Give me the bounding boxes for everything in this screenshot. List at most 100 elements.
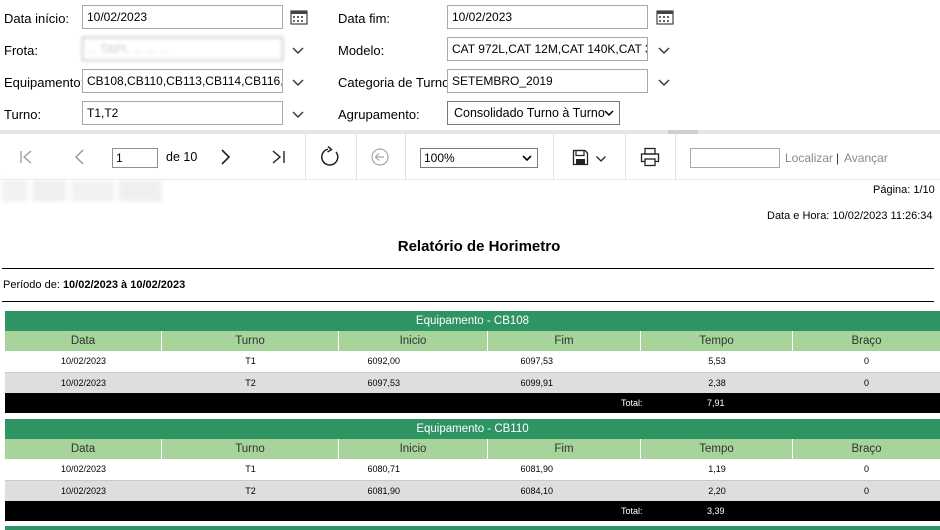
- period-info: Período de: 10/02/2023 à 10/02/2023: [3, 279, 185, 291]
- modelo-label: Modelo:: [338, 43, 385, 58]
- save-icon[interactable]: [572, 149, 589, 166]
- modelo-input[interactable]: CAT 972L,CAT 12M,CAT 140K,CAT 33: [447, 37, 648, 61]
- total-row: Total: 3,39: [5, 501, 940, 521]
- total-label: Total:: [621, 398, 643, 408]
- company-logo: [2, 180, 162, 202]
- column-header: Braço: [851, 443, 882, 455]
- toolbar-separator: [625, 134, 626, 180]
- table-cell: 0: [863, 486, 869, 496]
- parameter-panel: Data início: 10/02/2023 Data fim: 10/02/…: [0, 0, 940, 130]
- calendar-icon[interactable]: [656, 9, 674, 25]
- table-cell: 10/02/2023: [60, 378, 107, 388]
- find-input[interactable]: [690, 148, 780, 168]
- refresh-icon[interactable]: [319, 146, 341, 168]
- table-cell: 2,38: [708, 378, 726, 388]
- chevron-down-icon[interactable]: [291, 108, 305, 122]
- table-cell: 1,19: [708, 464, 726, 474]
- chevron-down-icon[interactable]: [595, 154, 607, 164]
- divider: [2, 268, 934, 269]
- agrupamento-value: Consolidado Turno à Turno: [454, 106, 605, 120]
- report-toolbar: 1 de 10 100% Localizar | Avançar: [0, 134, 940, 180]
- data-fim-label: Data fim:: [338, 11, 391, 26]
- table-cell: 0: [863, 378, 869, 388]
- total-row: Total: 7,91: [5, 393, 940, 413]
- data-inicio-label: Data início:: [4, 11, 70, 26]
- data-fim-input[interactable]: 10/02/2023: [447, 5, 648, 29]
- table-cell: 0: [863, 464, 869, 474]
- table-row: 10/02/2023 T2 6097,53 6099,91 2,38 0: [5, 372, 940, 393]
- datetime-info: Data e Hora: 10/02/2023 11:26:34: [767, 210, 933, 222]
- equipamento-label: Equipamento:: [4, 75, 85, 90]
- turno-input[interactable]: T1,T2: [82, 101, 283, 125]
- table-cell: 5,53: [708, 356, 726, 366]
- table-cell: 10/02/2023: [60, 464, 107, 474]
- group-header: Equipamento - CB108: [5, 311, 940, 331]
- table-row: 10/02/2023 T2 6081,90 6084,10 2,20 0: [5, 480, 940, 501]
- column-header: Inicio: [339, 331, 488, 351]
- table-cell: 2,20: [708, 486, 726, 496]
- equipamento-input[interactable]: CB108,CB110,CB113,CB114,CB116,CE: [82, 69, 283, 93]
- categoria-turno-label: Categoria de Turno:: [338, 75, 453, 90]
- table-cell: T1: [245, 356, 256, 366]
- equipment-group: Equipamento - CB108 Data Turno Inicio Fi…: [5, 311, 940, 413]
- column-header: Fim: [488, 331, 641, 351]
- chevron-down-icon[interactable]: [657, 76, 671, 90]
- total-label: Total:: [621, 506, 643, 516]
- frota-input[interactable]: ... TAPI. ... ... ...: [82, 37, 283, 61]
- data-inicio-input[interactable]: 10/02/2023: [82, 5, 283, 29]
- categoria-turno-input[interactable]: SETEMBRO_2019: [447, 69, 648, 93]
- toolbar-separator: [405, 134, 406, 180]
- prev-page-icon[interactable]: [72, 148, 88, 166]
- agrupamento-label: Agrupamento:: [338, 107, 420, 122]
- find-next-link[interactable]: Avançar: [844, 151, 888, 165]
- next-group-header-edge: [5, 526, 940, 530]
- find-separator: |: [836, 151, 840, 165]
- turno-label: Turno:: [4, 107, 42, 122]
- period-label: Período de:: [3, 279, 63, 291]
- chevron-down-icon[interactable]: [291, 76, 305, 90]
- chevron-down-icon: [522, 155, 532, 162]
- table-cell: 0: [863, 356, 869, 366]
- table-cell: 6099,91: [520, 378, 553, 388]
- next-page-icon[interactable]: [217, 148, 233, 166]
- column-header: Braço: [851, 335, 882, 347]
- group-header: Equipamento - CB110: [5, 419, 940, 439]
- page-info: Página: 1/10: [873, 184, 935, 196]
- column-header: Turno: [162, 331, 339, 351]
- table-cell: T2: [245, 378, 256, 388]
- period-value: 10/02/2023 à 10/02/2023: [62, 279, 186, 291]
- toolbar-separator: [305, 134, 306, 180]
- agrupamento-select[interactable]: Consolidado Turno à Turno: [447, 101, 620, 125]
- find-link[interactable]: Localizar: [785, 151, 833, 165]
- column-header: Data: [5, 439, 162, 459]
- table-cell: 10/02/2023: [60, 486, 107, 496]
- first-page-icon[interactable]: [18, 149, 34, 165]
- last-page-icon[interactable]: [270, 149, 288, 165]
- print-icon[interactable]: [640, 147, 660, 167]
- frota-label: Frota:: [4, 43, 38, 58]
- toolbar-separator: [553, 134, 554, 180]
- divider: [2, 301, 934, 302]
- table-cell: 6097,53: [367, 378, 400, 388]
- total-value: 7,91: [707, 398, 725, 408]
- page-count-label: de 10: [166, 150, 198, 164]
- column-header: Tempo: [641, 331, 793, 351]
- table-cell: 6084,10: [520, 486, 553, 496]
- table-cell: 6081,90: [367, 486, 400, 496]
- chevron-down-icon[interactable]: [291, 44, 305, 58]
- table-cell: 6080,71: [367, 464, 400, 474]
- toolbar-separator: [675, 134, 676, 180]
- table-cell: 6081,90: [520, 464, 553, 474]
- zoom-select[interactable]: 100%: [420, 148, 538, 168]
- column-header: Turno: [162, 439, 339, 459]
- chevron-down-icon[interactable]: [657, 44, 671, 58]
- page-number-input[interactable]: 1: [112, 148, 158, 168]
- table-row: 10/02/2023 T1 6092,00 6097,53 5,53 0: [5, 351, 940, 372]
- back-icon[interactable]: [370, 147, 390, 167]
- calendar-icon[interactable]: [290, 9, 308, 25]
- table-cell: 6092,00: [367, 356, 400, 366]
- column-header: Fim: [488, 439, 641, 459]
- table-row: 10/02/2023 T1 6080,71 6081,90 1,19 0: [5, 459, 940, 480]
- column-header: Data: [5, 331, 162, 351]
- table-cell: 10/02/2023: [60, 356, 107, 366]
